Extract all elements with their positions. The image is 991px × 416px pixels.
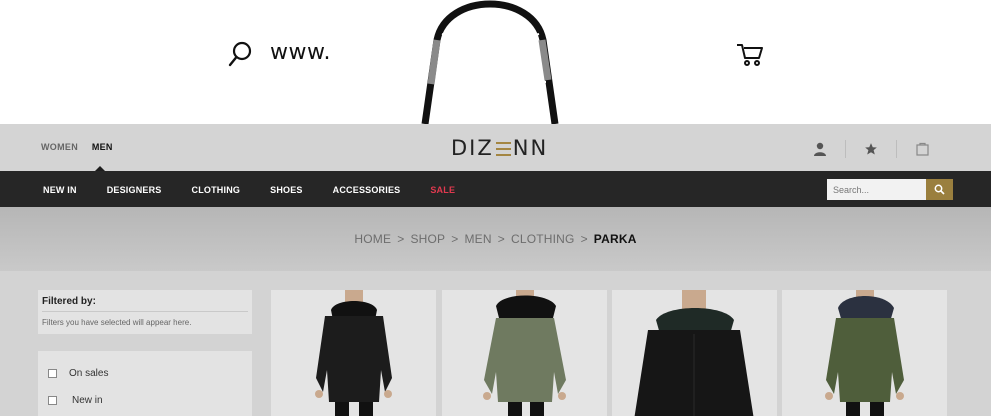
filter-option-label: New in	[72, 395, 103, 406]
logo-text-left: DIZ	[451, 136, 494, 160]
filter-note: Filters you have selected will appear he…	[42, 318, 192, 327]
main-nav: NEW IN DESIGNERS CLOTHING SHOES ACCESSOR…	[0, 171, 991, 207]
search-icon	[934, 184, 945, 195]
breadcrumb-separator: >	[397, 232, 405, 246]
search-button[interactable]	[926, 179, 953, 200]
breadcrumb-men[interactable]: MEN	[464, 232, 491, 246]
breadcrumb-separator: >	[497, 232, 505, 246]
breadcrumb-separator: >	[451, 232, 459, 246]
search-icon	[228, 40, 254, 68]
filter-options-panel: On sales New in	[38, 351, 252, 416]
url-text: www.	[270, 40, 331, 65]
shopping-bag-handle-graphic	[415, 0, 565, 129]
breadcrumb-band: HOME > SHOP > MEN > CLOTHING > PARKA	[0, 207, 991, 271]
breadcrumb-separator: >	[580, 232, 588, 246]
bag-icon[interactable]	[897, 138, 947, 160]
nav-item-new-in[interactable]: NEW IN	[43, 185, 77, 195]
nav-menu: NEW IN DESIGNERS CLOTHING SHOES ACCESSOR…	[43, 185, 485, 195]
product-card[interactable]	[271, 290, 436, 416]
filter-title: Filtered by:	[42, 296, 96, 307]
breadcrumb: HOME > SHOP > MEN > CLOTHING > PARKA	[0, 232, 991, 246]
product-listing: Filtered by: Filters you have selected w…	[0, 271, 991, 416]
checkbox[interactable]	[48, 396, 57, 405]
search-input[interactable]	[827, 179, 926, 200]
product-image-parka	[634, 290, 754, 416]
product-image-parka	[315, 290, 392, 416]
product-card[interactable]	[612, 290, 777, 416]
breadcrumb-current: PARKA	[593, 232, 637, 246]
header-icons	[795, 138, 947, 160]
hero-illustration: www.	[0, 0, 991, 125]
cart-icon	[736, 42, 764, 73]
filter-option-new-in[interactable]: New in	[48, 395, 103, 406]
user-icon[interactable]	[795, 138, 845, 160]
logo-text-right: NN	[512, 136, 549, 160]
gender-women-link[interactable]: WOMEN	[41, 142, 78, 152]
product-card[interactable]	[442, 290, 607, 416]
product-image-parka	[825, 290, 904, 416]
nav-item-designers[interactable]: DESIGNERS	[107, 185, 162, 195]
logo-e-mark	[495, 141, 511, 156]
gender-switch: WOMEN MEN	[41, 142, 124, 152]
site-logo[interactable]: DIZ NN	[451, 136, 548, 160]
filtered-by-panel: Filtered by: Filters you have selected w…	[38, 290, 252, 334]
star-icon[interactable]	[846, 138, 896, 160]
product-image-parka	[483, 290, 566, 416]
gender-men-link[interactable]: MEN	[92, 142, 113, 152]
nav-item-clothing[interactable]: CLOTHING	[192, 185, 241, 195]
nav-item-shoes[interactable]: SHOES	[270, 185, 303, 195]
breadcrumb-clothing[interactable]: CLOTHING	[511, 232, 575, 246]
nav-item-accessories[interactable]: ACCESSORIES	[333, 185, 401, 195]
breadcrumb-shop[interactable]: SHOP	[410, 232, 445, 246]
filter-option-on-sales[interactable]: On sales	[48, 368, 108, 379]
filter-divider	[42, 311, 248, 312]
nav-item-sale[interactable]: SALE	[430, 185, 455, 195]
checkbox[interactable]	[48, 369, 57, 378]
site-header: WOMEN MEN DIZ NN	[0, 124, 991, 171]
filter-option-label: On sales	[69, 368, 109, 379]
product-card[interactable]	[782, 290, 947, 416]
page: www. WOMEN MEN DIZ NN NEW IN DESIGNERS C…	[0, 0, 991, 416]
breadcrumb-home[interactable]: HOME	[354, 232, 391, 246]
